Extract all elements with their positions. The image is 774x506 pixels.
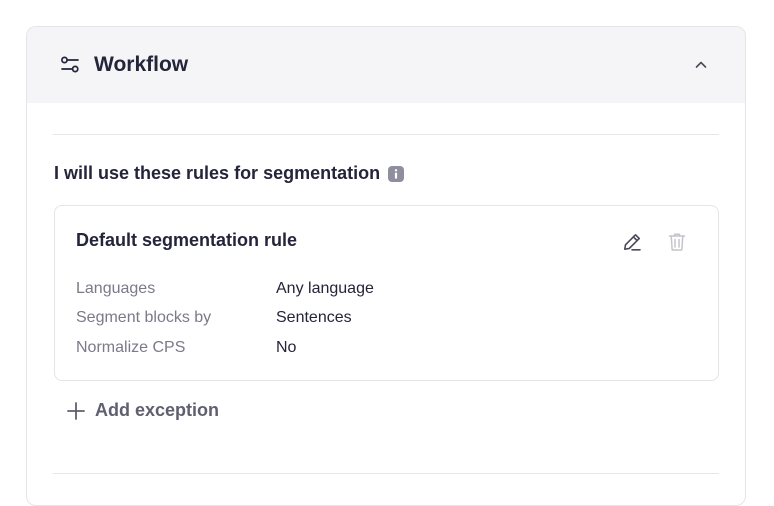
add-exception-label: Add exception bbox=[95, 400, 220, 420]
pencil-icon bbox=[622, 232, 642, 252]
section-heading-text: I will use these rules for segmentation bbox=[54, 163, 381, 183]
edit-rule-button[interactable] bbox=[620, 230, 644, 254]
plus-icon bbox=[66, 401, 86, 421]
divider bbox=[53, 134, 719, 135]
rule-row-label: Normalize CPS bbox=[76, 338, 186, 356]
rule-row-label: Segment blocks by bbox=[76, 309, 212, 327]
info-icon[interactable] bbox=[388, 165, 405, 182]
divider bbox=[53, 473, 719, 474]
rule-row-label: Languages bbox=[76, 279, 156, 297]
panel-header[interactable]: Workflow bbox=[27, 27, 745, 103]
rule-row-normalize-cps: Normalize CPS No bbox=[76, 333, 374, 363]
rule-title: Default segmentation rule bbox=[76, 230, 298, 250]
workflow-panel: Workflow I will use these rules for segm… bbox=[26, 26, 746, 506]
delete-rule-button[interactable] bbox=[665, 230, 689, 254]
add-exception-button[interactable]: Add exception bbox=[66, 400, 219, 421]
rule-details: Languages Any language Segment blocks by… bbox=[76, 274, 374, 363]
trash-icon bbox=[668, 232, 686, 252]
rule-row-languages: Languages Any language bbox=[76, 274, 374, 304]
rule-row-value: No bbox=[276, 338, 297, 356]
panel-title: Workflow bbox=[94, 53, 189, 76]
rule-row-value: Any language bbox=[276, 279, 374, 297]
section-heading: I will use these rules for segmentation bbox=[54, 163, 405, 184]
sliders-icon bbox=[59, 54, 81, 76]
rule-row-segment-blocks: Segment blocks by Sentences bbox=[76, 304, 374, 334]
collapse-button[interactable] bbox=[687, 51, 715, 79]
segmentation-rule-card: Default segmentation rule Languages Any … bbox=[54, 205, 719, 381]
rule-row-value: Sentences bbox=[276, 309, 352, 327]
chevron-up-icon bbox=[694, 58, 708, 72]
